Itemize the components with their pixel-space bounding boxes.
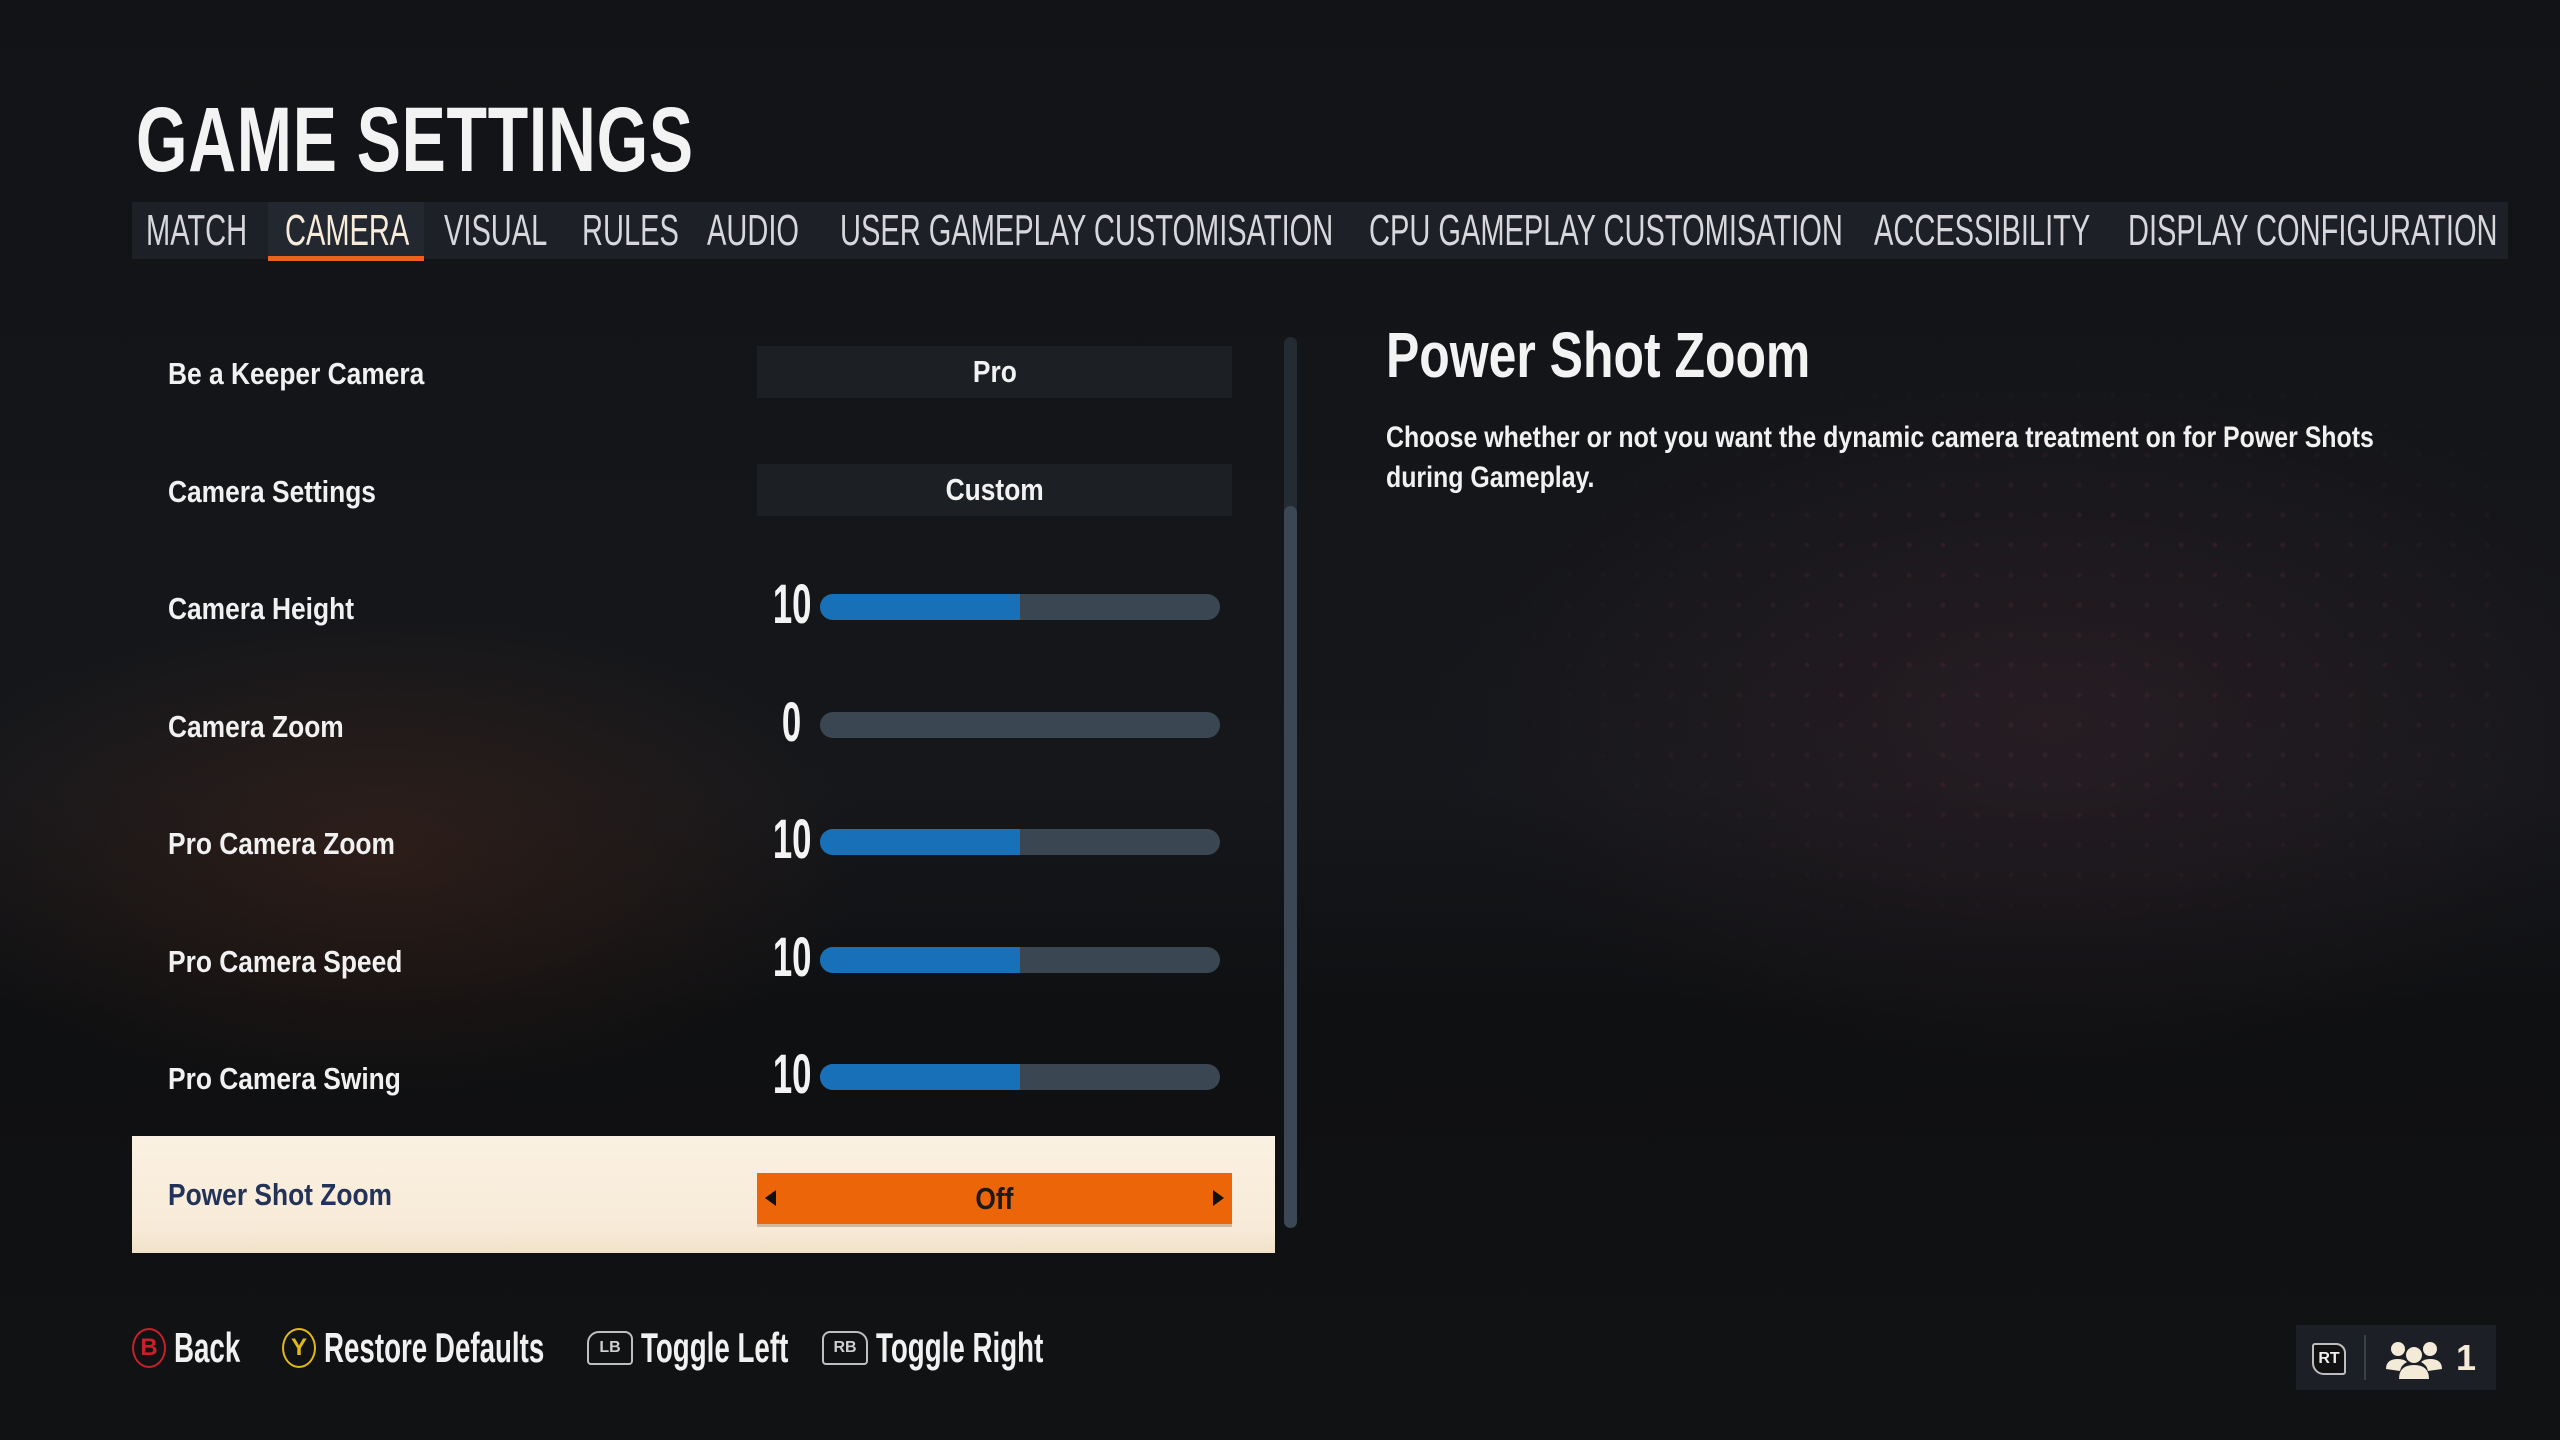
slider-track[interactable] [820,947,1220,973]
tab-audio[interactable]: AUDIO [707,202,807,259]
hint-back[interactable]: B Back [132,1323,274,1373]
setting-select[interactable]: Pro [757,346,1232,398]
description-title: Power Shot Zoom [1386,319,1811,391]
b-button-icon: B [132,1328,166,1368]
description-body: Choose whether or not you want the dynam… [1386,421,2374,494]
rt-button-icon: RT [2312,1343,2346,1375]
setting-label: Camera Height [168,591,354,626]
setting-row-pro-camera-zoom[interactable]: Pro Camera Zoom 10 [132,785,1275,902]
hint-toggle-right[interactable]: RB Toggle Right [822,1323,1130,1373]
slider-track[interactable] [820,1064,1220,1090]
setting-label: Pro Camera Zoom [168,826,395,861]
tab-label: DISPLAY CONFIGURATION [2128,206,2498,255]
setting-label: Pro Camera Swing [168,1061,401,1096]
tab-user-gameplay-customisation[interactable]: USER GAMEPLAY CUSTOMISATION [840,202,1334,259]
divider [2364,1335,2366,1380]
setting-row-power-shot-zoom[interactable]: Power Shot Zoom Off [132,1136,1275,1253]
y-button-icon: Y [282,1328,316,1368]
tab-label: AUDIO [707,206,799,255]
slider-fill [820,1064,1020,1090]
setting-value: Custom [945,472,1044,507]
setting-label: Be a Keeper Camera [168,356,425,391]
background-stadium-dots [1450,320,2500,920]
tab-camera[interactable]: CAMERA [268,202,424,261]
online-status[interactable]: RT 1 [2296,1325,2496,1390]
tab-rules[interactable]: RULES [582,202,682,259]
tab-label: RULES [582,206,679,255]
setting-row-be-a-keeper-camera[interactable]: Be a Keeper Camera Pro [132,315,1275,432]
tab-cpu-gameplay-customisation[interactable]: CPU GAMEPLAY CUSTOMISATION [1369,202,1843,259]
setting-select[interactable]: Custom [757,464,1232,516]
tab-visual[interactable]: VISUAL [444,202,554,259]
slider-track[interactable] [820,829,1220,855]
setting-label: Power Shot Zoom [168,1177,392,1212]
hint-label: Back [174,1324,241,1371]
setting-row-pro-camera-swing[interactable]: Pro Camera Swing 10 [132,1020,1275,1137]
scrollbar-thumb[interactable] [1284,506,1297,1228]
tab-accessibility[interactable]: ACCESSIBILITY [1874,202,2091,259]
setting-row-camera-settings[interactable]: Camera Settings Custom [132,433,1275,550]
setting-value: Pro [972,354,1017,389]
scrollbar[interactable] [1284,337,1297,1228]
tab-label: VISUAL [444,206,548,255]
setting-label: Camera Zoom [168,709,344,744]
tab-display-configuration[interactable]: DISPLAY CONFIGURATION [2128,202,2498,259]
setting-toggle[interactable]: Off [757,1173,1232,1224]
tab-bar: MATCH CAMERA VISUAL RULES AUDIO USER GAM… [132,202,2508,261]
player-count: 1 [2456,1337,2477,1378]
toggle-value: Off [975,1181,1014,1216]
slider-track[interactable] [820,594,1220,620]
setting-label: Camera Settings [168,474,376,509]
tab-label: CPU GAMEPLAY CUSTOMISATION [1369,206,1843,255]
slider-fill [820,947,1020,973]
tab-label: MATCH [146,206,248,255]
tab-label: USER GAMEPLAY CUSTOMISATION [840,206,1334,255]
lb-button-icon: LB [587,1331,633,1365]
group-icon [2386,1342,2442,1379]
setting-row-pro-camera-speed[interactable]: Pro Camera Speed 10 [132,903,1275,1020]
rb-button-icon: RB [822,1331,868,1365]
slider-fill [820,594,1020,620]
tab-label: ACCESSIBILITY [1874,206,2091,255]
setting-row-camera-zoom[interactable]: Camera Zoom 0 [132,668,1275,785]
hint-label: Toggle Left [641,1324,789,1371]
page-title: GAME SETTINGS [136,89,694,191]
setting-row-camera-height[interactable]: Camera Height 10 [132,550,1275,667]
arrow-left-icon[interactable] [765,1190,776,1206]
slider-track[interactable] [820,712,1220,738]
tab-match[interactable]: MATCH [132,202,247,259]
slider-fill [820,829,1020,855]
arrow-right-icon[interactable] [1213,1190,1224,1206]
tab-label: CAMERA [285,206,410,255]
setting-label: Pro Camera Speed [168,944,403,979]
hint-label: Restore Defaults [324,1324,545,1371]
hint-label: Toggle Right [876,1324,1044,1371]
